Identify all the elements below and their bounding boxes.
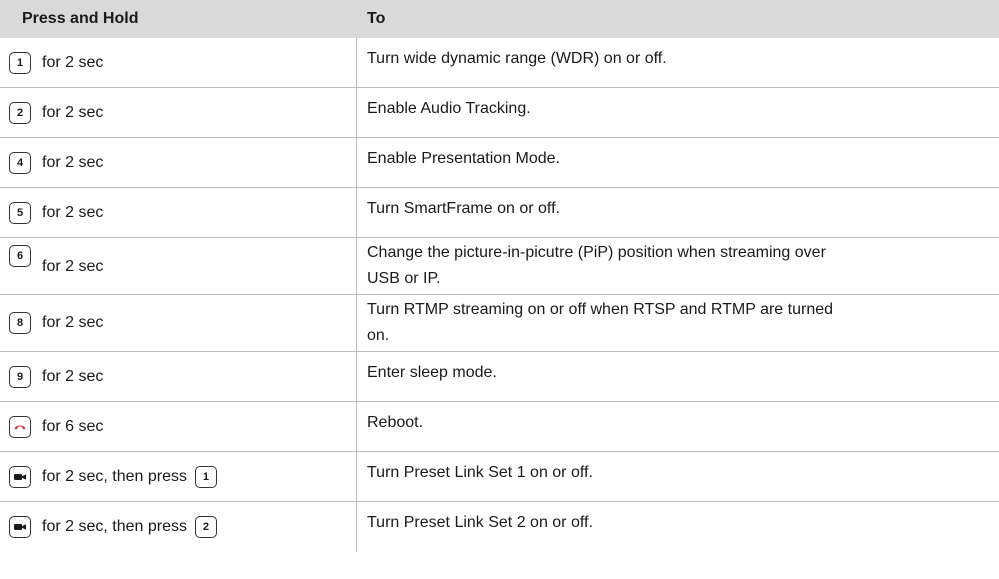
action-text: Enter sleep mode. <box>367 364 497 381</box>
key-6-icon: 6 <box>9 245 31 267</box>
key-5-icon: 5 <box>9 201 31 224</box>
key-9-icon: 9 <box>9 365 31 388</box>
press-cell: 9 for 2 sec <box>0 352 357 401</box>
action-line-1: Turn RTMP streaming on or off when RTSP … <box>367 301 834 318</box>
table-row: for 2 sec, then press 1 Turn Preset Link… <box>0 452 999 502</box>
table-row: 9 for 2 sec Enter sleep mode. <box>0 352 999 402</box>
action-text: Enable Audio Tracking. <box>367 100 531 117</box>
hold-duration: for 2 sec <box>42 53 104 71</box>
hold-duration: for 2 sec <box>42 103 104 121</box>
header-to: To <box>367 10 386 27</box>
hold-duration: for 2 sec <box>42 314 104 331</box>
hold-duration: for 2 sec <box>42 153 104 171</box>
action-text: Change the picture-in-picutre (PiP) posi… <box>357 238 999 294</box>
press-cell: 5 for 2 sec <box>0 188 357 237</box>
action-line-2: on. <box>367 327 390 344</box>
hold-duration: for 2 sec, then press <box>42 467 187 485</box>
table-row: for 2 sec, then press 2 Turn Preset Link… <box>0 502 999 552</box>
press-cell: 1 for 2 sec <box>0 38 357 87</box>
shortcut-table: Press and Hold To 1 for 2 sec Turn wide … <box>0 0 999 552</box>
hold-duration: for 2 sec <box>42 367 104 385</box>
action-text: Turn Preset Link Set 2 on or off. <box>367 514 593 531</box>
press-cell: for 2 sec, then press 2 <box>0 502 357 552</box>
table-row: 1 for 2 sec Turn wide dynamic range (WDR… <box>0 38 999 88</box>
press-cell: 4 for 2 sec <box>0 138 357 187</box>
action-text: Turn RTMP streaming on or off when RTSP … <box>357 295 999 351</box>
action-text: Turn SmartFrame on or off. <box>367 200 560 217</box>
action-text: Reboot. <box>367 414 424 431</box>
camera-icon <box>9 465 31 488</box>
key-2-icon: 2 <box>9 101 31 124</box>
action-text: Turn wide dynamic range (WDR) on or off. <box>367 50 667 67</box>
table-row: 8 for 2 sec Turn RTMP streaming on or of… <box>0 295 999 352</box>
table-row: 6 for 2 sec Change the picture-in-picutr… <box>0 238 999 295</box>
press-cell: for 2 sec, then press 1 <box>0 452 357 501</box>
hold-duration: for 2 sec <box>42 203 104 221</box>
hold-duration: for 2 sec, then press <box>42 518 187 535</box>
table-header: Press and Hold To <box>0 0 999 38</box>
camera-icon <box>9 516 31 538</box>
table-row: 2 for 2 sec Enable Audio Tracking. <box>0 88 999 138</box>
press-cell: for 6 sec <box>0 402 357 451</box>
action-line-1: Change the picture-in-picutre (PiP) posi… <box>367 244 826 261</box>
press-cell: 8 for 2 sec <box>0 295 357 351</box>
action-text: Enable Presentation Mode. <box>367 150 561 167</box>
key-4-icon: 4 <box>9 151 31 174</box>
header-press-and-hold: Press and Hold <box>22 10 139 27</box>
key-1-icon: 1 <box>194 465 217 488</box>
hold-duration: for 6 sec <box>42 417 104 435</box>
hold-duration: for 2 sec <box>42 258 104 275</box>
action-line-2: USB or IP. <box>367 270 441 287</box>
key-2-icon: 2 <box>194 516 217 538</box>
table-row: 5 for 2 sec Turn SmartFrame on or off. <box>0 188 999 238</box>
action-text: Turn Preset Link Set 1 on or off. <box>367 464 593 481</box>
key-8-icon: 8 <box>9 312 31 334</box>
hang-up-icon <box>9 415 31 438</box>
press-cell: 2 for 2 sec <box>0 88 357 137</box>
press-cell: 6 for 2 sec <box>0 238 357 294</box>
key-1-icon: 1 <box>9 51 31 74</box>
table-row: 4 for 2 sec Enable Presentation Mode. <box>0 138 999 188</box>
table-row: for 6 sec Reboot. <box>0 402 999 452</box>
